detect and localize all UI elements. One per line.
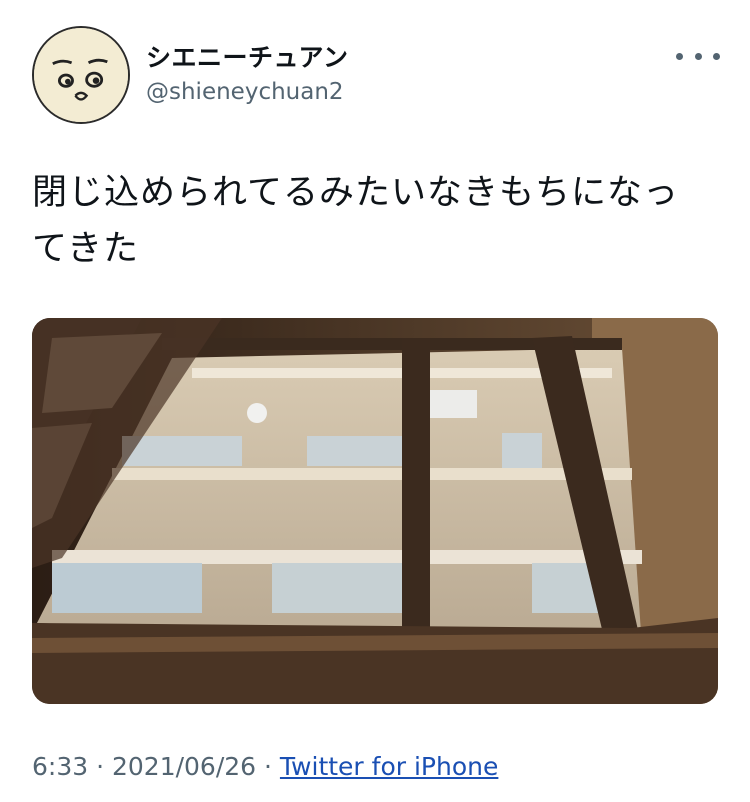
user-handle[interactable]: @shieneychuan2 (146, 79, 344, 105)
more-dot (713, 52, 720, 60)
more-dot (676, 52, 683, 60)
window-photo (32, 318, 718, 704)
display-name[interactable]: シエニーチュアン (146, 38, 349, 74)
more-options-icon[interactable] (676, 46, 720, 66)
tweet-source-link[interactable]: Twitter for iPhone (280, 752, 498, 781)
cartoon-face-icon (34, 28, 128, 122)
tweet-time: 6:33 (32, 752, 89, 781)
tweet-photo[interactable] (32, 318, 718, 704)
more-dot (694, 52, 702, 60)
meta-separator: · (256, 752, 280, 781)
avatar[interactable] (32, 26, 130, 124)
tweet-meta: 6:33 · 2021/06/26 · Twitter for iPhone (32, 752, 498, 781)
tweet-date: 2021/06/26 (111, 752, 257, 781)
meta-separator: · (88, 752, 112, 781)
tweet-text: 閉じ込められてるみたいなきもちになってきた (32, 173, 679, 269)
